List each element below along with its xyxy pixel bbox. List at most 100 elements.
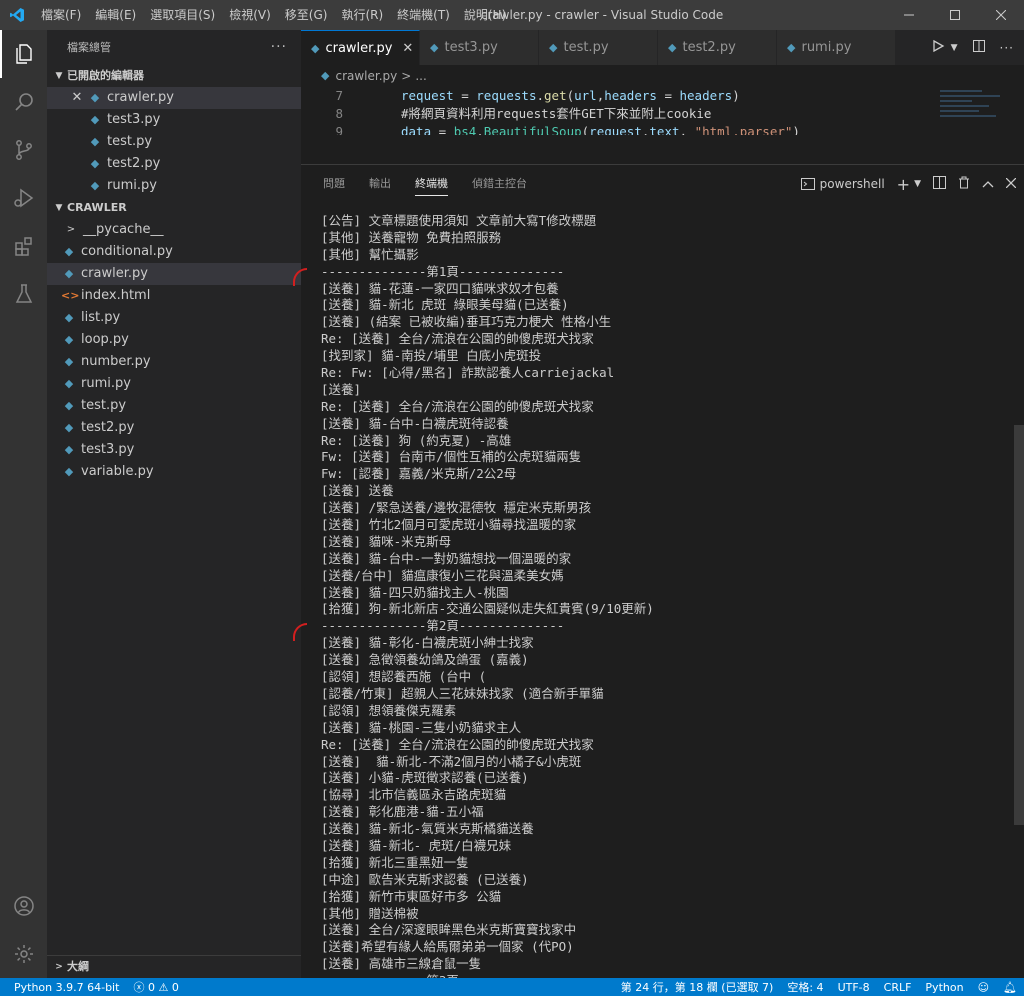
file-item[interactable]: ◆ number.py xyxy=(47,351,301,373)
outline-section[interactable]: > 大綱 xyxy=(47,955,301,978)
files-icon[interactable] xyxy=(0,30,47,78)
file-item[interactable]: <> index.html xyxy=(47,285,301,307)
open-editors-header[interactable]: ▼ 已開啟的編輯器 xyxy=(47,65,301,87)
account-icon[interactable] xyxy=(0,882,47,930)
file-item[interactable]: ◆ variable.py xyxy=(47,461,301,483)
search-icon[interactable] xyxy=(0,78,47,126)
open-editor-item[interactable]: ◆ test2.py xyxy=(47,153,301,175)
trash-icon[interactable] xyxy=(958,176,970,192)
terminal-line: [送養] xyxy=(321,381,362,397)
maximize-button[interactable] xyxy=(932,0,978,30)
file-item[interactable]: ◆ list.py xyxy=(47,307,301,329)
encoding[interactable]: UTF-8 xyxy=(831,981,877,994)
editor-tab[interactable]: ◆ test2.py xyxy=(658,30,777,65)
menu-item[interactable]: 說明(H) xyxy=(457,0,513,30)
feedback-icon[interactable]: ☺ xyxy=(971,981,996,994)
menu-item[interactable]: 檢視(V) xyxy=(222,0,278,30)
close-icon[interactable]: ✕ xyxy=(402,41,413,56)
source-control-icon[interactable] xyxy=(0,126,47,174)
extensions-icon[interactable] xyxy=(0,222,47,270)
terminal-scrollbar[interactable] xyxy=(1014,425,1024,825)
workspace-header[interactable]: ▼ CRAWLER xyxy=(47,197,301,219)
panel-tab[interactable]: 終端機 xyxy=(403,165,460,203)
open-editor-item[interactable]: ◆ rumi.py xyxy=(47,175,301,197)
menu-item[interactable]: 移至(G) xyxy=(278,0,335,30)
page-separator-line: --------------第2頁-------------- xyxy=(321,618,565,634)
open-editor-item[interactable]: ✕ ◆ crawler.py xyxy=(47,87,301,109)
code-editor[interactable]: 7 request = requests.get(url,headers = h… xyxy=(301,87,1024,135)
gear-icon[interactable] xyxy=(0,930,47,978)
terminal-line: [送養] 送養 xyxy=(321,483,394,499)
terminal-line: [送養] 貓-新北 虎斑 綠眼美母貓(已送養) xyxy=(321,297,569,313)
menu-item[interactable]: 執行(R) xyxy=(334,0,390,30)
close-panel-icon[interactable] xyxy=(1005,177,1017,191)
workspace-label: CRAWLER xyxy=(67,201,127,214)
editor-tab[interactable]: ◆ rumi.py xyxy=(777,30,896,65)
editor-tabs: ◆ crawler.py ✕ ◆ test3.py ◆ test.py ◆ test2.py ◆ r… xyxy=(301,30,1024,65)
maximize-panel-icon[interactable] xyxy=(982,177,994,191)
menu-item[interactable]: 編輯(E) xyxy=(88,0,143,30)
panel-tab[interactable]: 問題 xyxy=(311,165,357,203)
terminal-line: Re: [送養] 全台/流浪在公園的帥傻虎斑犬找家 xyxy=(321,398,594,414)
menu-item[interactable]: 選取項目(S) xyxy=(143,0,222,30)
editor-tab[interactable]: ◆ test.py xyxy=(539,30,658,65)
python-file-icon: ◆ xyxy=(90,179,100,192)
editor-tab[interactable]: ◆ crawler.py ✕ xyxy=(301,30,420,65)
python-interpreter[interactable]: Python 3.9.7 64-bit xyxy=(0,981,126,994)
add-terminal-icon[interactable]: + xyxy=(897,175,910,194)
open-editor-item[interactable]: ◆ test3.py xyxy=(47,109,301,131)
language-mode[interactable]: Python xyxy=(918,981,970,994)
panel-tab[interactable]: 偵錯主控台 xyxy=(460,165,539,203)
file-label: crawler.py xyxy=(81,266,148,281)
file-item[interactable]: ◆ crawler.py xyxy=(47,263,301,285)
file-item[interactable]: ◆ loop.py xyxy=(47,329,301,351)
close-window-button[interactable] xyxy=(978,0,1024,30)
bell-icon[interactable]: 🔔︎ xyxy=(996,981,1024,994)
breadcrumb-file[interactable]: crawler.py xyxy=(335,65,397,87)
terminal-line: Fw: [送養] 台南市/個性互補的公虎斑貓兩隻 xyxy=(321,449,582,465)
terminal-output[interactable]: [公告] 文章標題使用須知 文章前大寫T修改標題 [其他] 送養寵物 免費拍照服務… xyxy=(321,213,1001,996)
python-file-icon: ◆ xyxy=(64,355,74,368)
file-label: test3.py xyxy=(81,442,135,457)
chevron-down-icon[interactable]: ▼ xyxy=(914,179,921,189)
terminal-line: [認養/竹東] 超親人三花妹妹找家 (適合新手單貓 xyxy=(321,685,604,701)
code-token: get xyxy=(544,88,567,103)
run-file-icon[interactable] xyxy=(931,39,945,56)
file-item[interactable]: ◆ rumi.py xyxy=(47,373,301,395)
breadcrumb: ◆ crawler.py > ... xyxy=(301,65,1024,87)
code-line: 7 request = requests.get(url,headers = h… xyxy=(301,87,1024,105)
indentation[interactable]: 空格: 4 xyxy=(780,979,830,995)
chevron-down-icon[interactable]: ▼ xyxy=(951,43,958,53)
terminal-line: [送養] 貓-花蓮-一家四口貓咪求奴才包養 xyxy=(321,280,559,296)
file-item[interactable]: ◆ test3.py xyxy=(47,439,301,461)
file-item[interactable]: ◆ conditional.py xyxy=(47,241,301,263)
tab-label: crawler.py xyxy=(325,40,393,56)
file-item[interactable]: ◆ test2.py xyxy=(47,417,301,439)
minimize-button[interactable] xyxy=(886,0,932,30)
more-actions-icon[interactable]: ··· xyxy=(1000,41,1014,55)
problems-indicator[interactable]: ⓧ 0 ⚠ 0 xyxy=(126,979,185,995)
more-actions-icon[interactable]: ··· xyxy=(271,30,287,65)
file-item[interactable]: ◆ test.py xyxy=(47,395,301,417)
terminal-line: [拾獲] 狗-新北新店-交通公園疑似走失紅貴賓(9/10更新) xyxy=(321,601,654,617)
terminal-line: Re: [送養] 全台/流浪在公園的帥傻虎斑犬找家 xyxy=(321,736,594,752)
terminal-selector[interactable]: powershell xyxy=(800,177,885,191)
close-icon[interactable]: ✕ xyxy=(69,87,85,109)
split-terminal-icon[interactable] xyxy=(933,176,946,192)
split-editor-icon[interactable] xyxy=(972,39,986,56)
editor-tab[interactable]: ◆ test3.py xyxy=(420,30,539,65)
minimap[interactable] xyxy=(940,87,1010,135)
terminal-line: Fw: [認養] 嘉義/米克斯/2公2母 xyxy=(321,466,517,482)
folder-pycache[interactable]: > __pycache__ xyxy=(47,219,301,241)
breadcrumb-more[interactable]: ... xyxy=(415,65,426,87)
end-of-line[interactable]: CRLF xyxy=(877,981,919,994)
testing-icon[interactable] xyxy=(0,270,47,318)
open-editors-list: ✕ ◆ crawler.py ◆ test3.py ◆ test.py ◆ test2.py ◆ r… xyxy=(47,87,301,197)
cursor-position[interactable]: 第 24 行，第 18 欄 (已選取 7) xyxy=(614,979,781,995)
run-debug-icon[interactable] xyxy=(0,174,47,222)
panel-tab[interactable]: 輸出 xyxy=(357,165,403,203)
menu-item[interactable]: 終端機(T) xyxy=(390,0,457,30)
open-editor-item[interactable]: ◆ test.py xyxy=(47,131,301,153)
line-number: 9 xyxy=(335,124,343,135)
menu-item[interactable]: 檔案(F) xyxy=(34,0,88,30)
